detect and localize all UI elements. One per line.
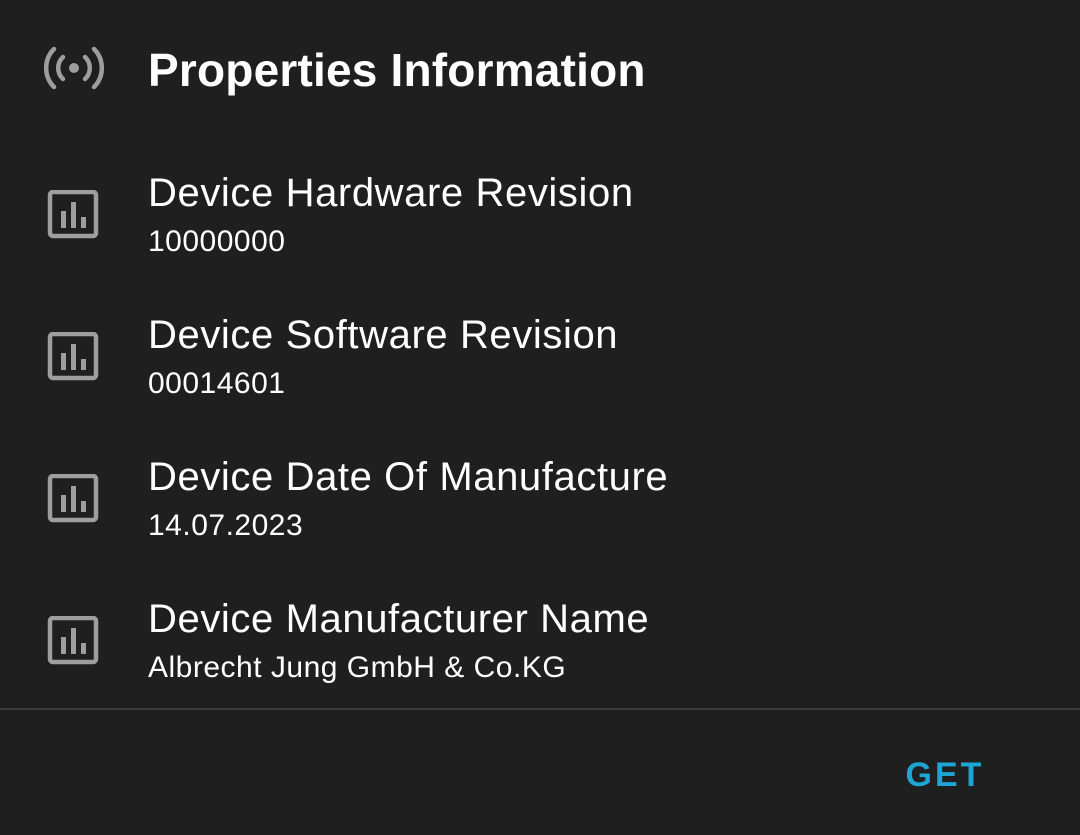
property-row-software-revision: Device Software Revision 00014601: [0, 306, 1080, 448]
dialog-title: Properties Information: [148, 44, 646, 96]
bar-chart-icon: [47, 189, 101, 240]
properties-dialog: Properties Information Device Hardware R…: [0, 0, 1080, 835]
property-label: Device Software Revision: [148, 313, 619, 357]
property-row-date-of-manufacture: Device Date Of Manufacture 14.07.2023: [0, 448, 1080, 590]
property-label: Device Manufacturer Name: [148, 597, 650, 641]
bar-chart-icon: [47, 331, 101, 382]
dialog-header: Properties Information: [0, 0, 1080, 140]
property-label: Device Date Of Manufacture: [148, 455, 669, 499]
property-value: 14.07.2023: [148, 509, 304, 542]
property-row-hardware-revision: Device Hardware Revision 10000000: [0, 164, 1080, 306]
actions-divider: [0, 708, 1080, 710]
property-value: 10000000: [148, 225, 286, 258]
property-row-manufacturer-name: Device Manufacturer Name Albrecht Jung G…: [0, 590, 1080, 732]
property-value: Albrecht Jung GmbH & Co.KG: [148, 651, 567, 684]
property-value: 00014601: [148, 367, 286, 400]
property-label: Device Hardware Revision: [148, 171, 634, 215]
bar-chart-icon: [47, 615, 101, 666]
get-button[interactable]: GET: [890, 740, 1000, 810]
broadcast-signal-icon: [43, 44, 105, 92]
bar-chart-icon: [47, 473, 101, 524]
